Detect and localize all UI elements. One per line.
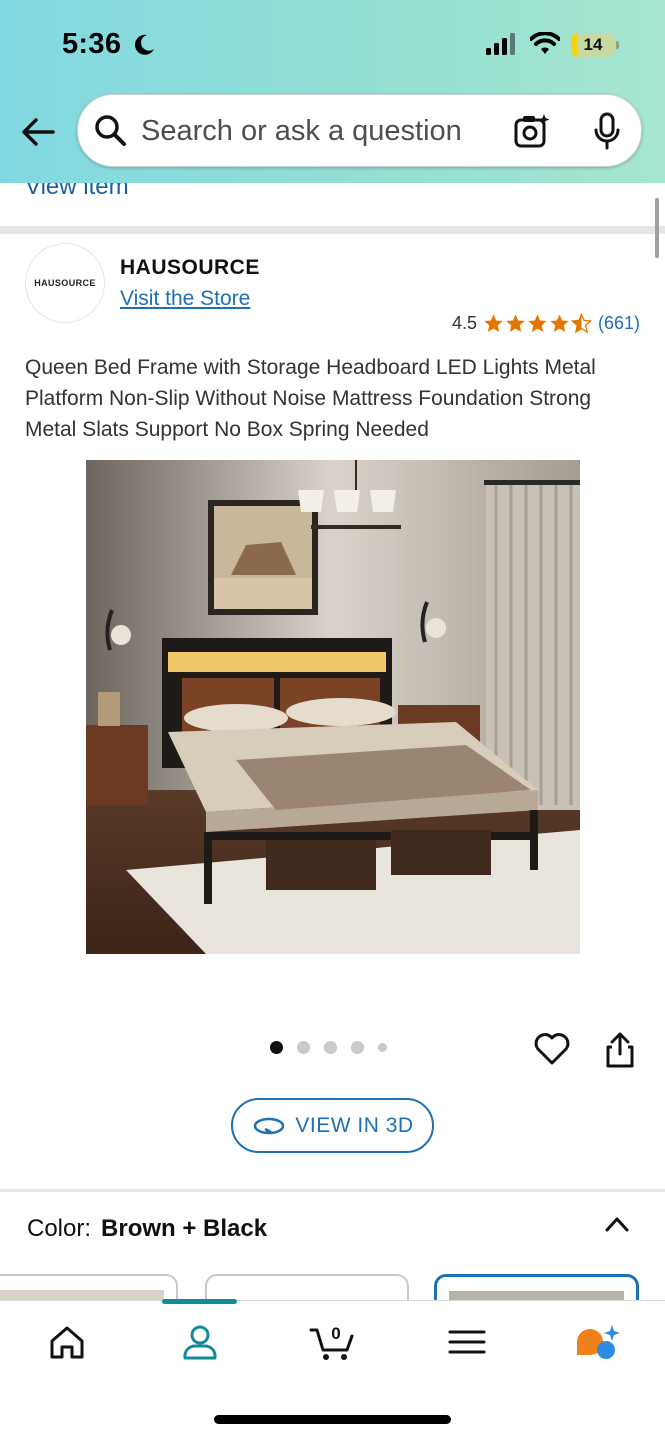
visit-store-link[interactable]: Visit the Store	[120, 287, 250, 311]
rating-value: 4.5	[451, 313, 477, 333]
pagination-dot[interactable]	[270, 1041, 283, 1054]
pagination-dot[interactable]	[351, 1041, 364, 1054]
camera-search-icon[interactable]	[513, 112, 551, 150]
active-tab-indicator	[162, 1299, 237, 1304]
pagination-dot[interactable]	[324, 1041, 337, 1054]
app-header: 5:36 14 Search or ask a question	[0, 0, 665, 183]
heart-icon[interactable]	[533, 1030, 571, 1068]
search-bar[interactable]: Search or ask a question	[77, 94, 642, 167]
star-icon	[506, 314, 525, 332]
search-icon	[95, 115, 126, 146]
color-label: Color:	[27, 1215, 92, 1242]
menu-icon[interactable]	[447, 1322, 487, 1362]
brand-logo-text: HAUSOURCE	[34, 278, 96, 288]
color-selector[interactable]: Color: Brown + Black	[27, 1215, 267, 1243]
wifi-icon	[530, 32, 560, 54]
share-icon[interactable]	[603, 1031, 637, 1069]
product-image[interactable]	[86, 460, 580, 954]
battery-indicator: 14	[571, 33, 619, 57]
battery-cap	[616, 41, 619, 49]
battery-body: 14	[571, 33, 615, 57]
status-time: 5:36	[62, 28, 122, 60]
star-icon	[484, 314, 503, 332]
product-title: Queen Bed Frame with Storage Headboard L…	[25, 356, 596, 441]
search-input[interactable]: Search or ask a question	[141, 115, 462, 148]
rating-summary[interactable]: 4.5 (661)	[452, 313, 640, 334]
person-icon[interactable]	[180, 1322, 220, 1362]
microphone-icon[interactable]	[591, 111, 623, 151]
assistant-icon[interactable]	[574, 1322, 620, 1362]
rotate-3d-icon	[254, 1117, 285, 1134]
section-divider	[0, 1189, 665, 1192]
star-half-icon	[570, 313, 592, 334]
scrollbar[interactable]	[655, 198, 659, 258]
bed-scene-illustration	[86, 460, 580, 954]
home-icon[interactable]	[47, 1322, 87, 1362]
cellular-signal-icon	[486, 33, 515, 55]
brand-name: HAUSOURCE	[120, 256, 260, 279]
star-icon	[528, 314, 547, 332]
image-pagination[interactable]	[270, 1041, 387, 1054]
view-in-3d-button[interactable]: VIEW IN 3D	[231, 1098, 434, 1153]
star-rating	[483, 313, 592, 334]
pagination-dot[interactable]	[297, 1041, 310, 1054]
cart-count: 0	[331, 1324, 340, 1343]
section-divider	[0, 226, 665, 234]
back-arrow-icon[interactable]	[20, 114, 56, 150]
view-in-3d-label: VIEW IN 3D	[295, 1113, 414, 1137]
battery-level: 14	[583, 35, 603, 54]
rating-count-link[interactable]: (661)	[598, 313, 640, 334]
home-indicator[interactable]	[214, 1415, 451, 1424]
chevron-up-icon[interactable]	[604, 1214, 630, 1234]
moon-icon	[134, 34, 154, 55]
brand-logo[interactable]: HAUSOURCE	[25, 243, 105, 323]
pagination-dot[interactable]	[378, 1043, 387, 1052]
cart-icon[interactable]: 0	[309, 1322, 357, 1362]
color-value: Brown + Black	[101, 1215, 268, 1242]
star-icon	[550, 314, 569, 332]
